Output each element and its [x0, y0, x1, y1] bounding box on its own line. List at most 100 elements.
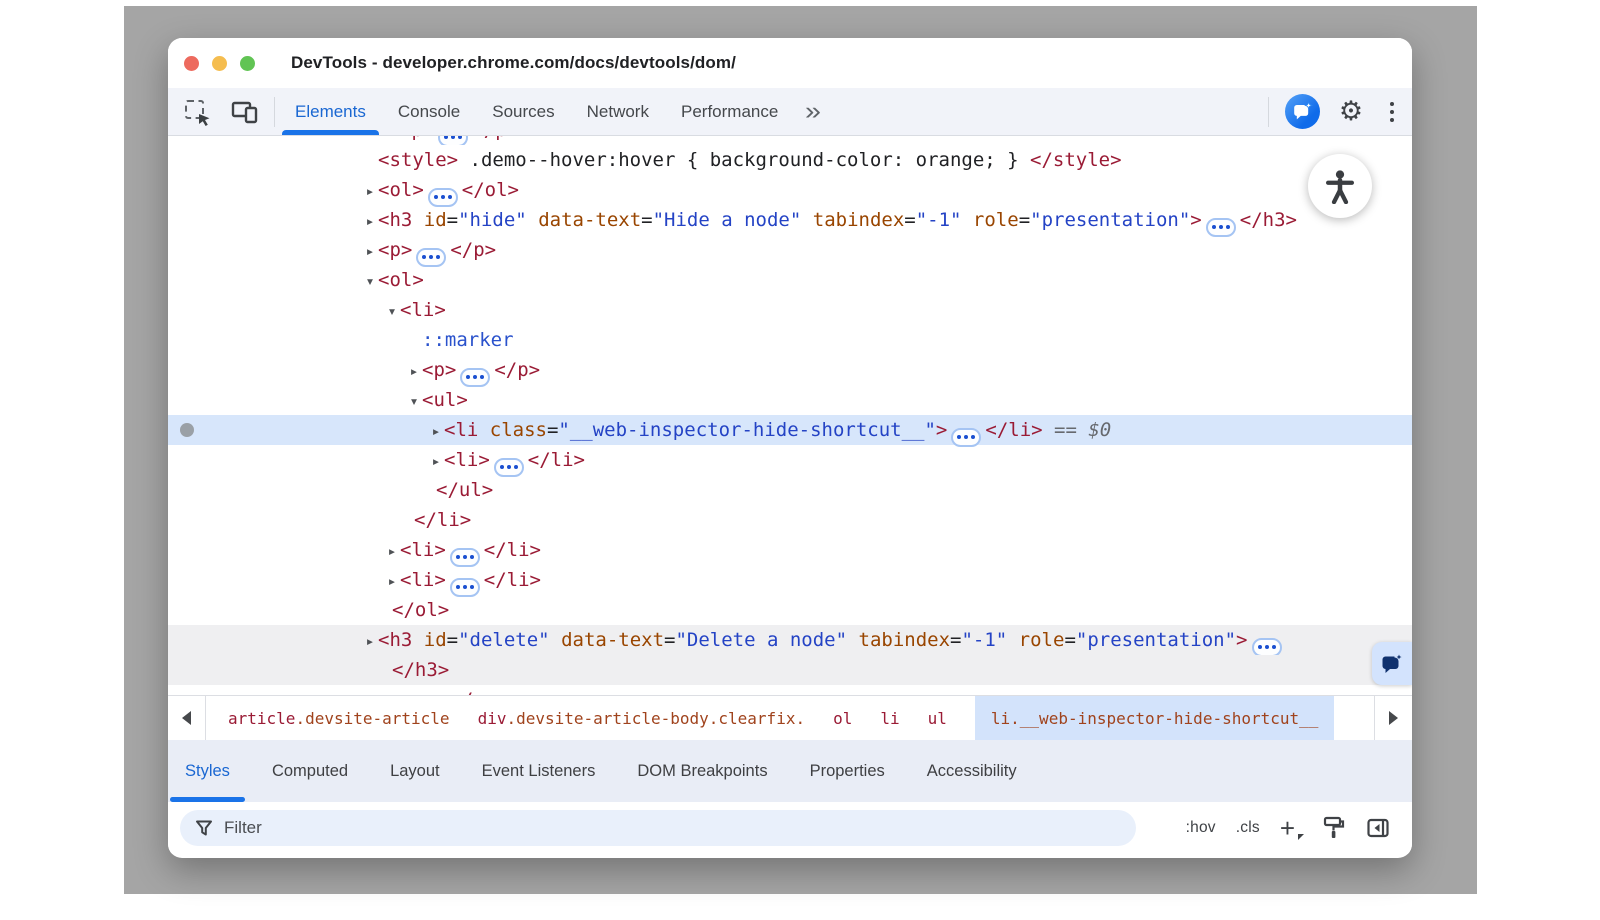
more-tabs-button[interactable]: »: [805, 97, 821, 126]
expand-arrow-icon[interactable]: ▸: [362, 236, 378, 266]
toggle-device-toolbar-button[interactable]: [230, 97, 260, 127]
dom-tree-row[interactable]: </h3>: [168, 655, 1412, 685]
paint-roller-icon[interactable]: [1322, 815, 1346, 841]
breadcrumb-item-li-selected[interactable]: li.__web-inspector-hide-shortcut__: [975, 696, 1335, 740]
dom-tree-row[interactable]: ▸<p></p>: [168, 355, 1412, 385]
code-token: <style>: [378, 149, 458, 171]
dom-tree-row[interactable]: ▸<li></li>: [168, 445, 1412, 475]
tab-performance[interactable]: Performance: [665, 88, 794, 135]
expand-arrow-icon[interactable]: ▸: [406, 356, 422, 386]
code-token: <p>: [378, 239, 412, 261]
expand-ellipsis-button[interactable]: [450, 578, 480, 597]
dom-tree-row[interactable]: ▸<p></p>: [168, 136, 1412, 145]
code-token: class: [478, 419, 547, 441]
dom-tree-row[interactable]: ▸<p></p>: [168, 235, 1412, 265]
dom-tree-row[interactable]: </li>: [168, 505, 1412, 535]
breadcrumb-scroll-right-button[interactable]: [1374, 696, 1412, 740]
more-options-button[interactable]: [1382, 98, 1402, 126]
expand-ellipsis-button[interactable]: [1252, 638, 1282, 657]
expand-arrow-icon[interactable]: ▸: [362, 686, 378, 695]
code-token: =: [1019, 209, 1030, 231]
expand-arrow-icon[interactable]: ▸: [362, 176, 378, 206]
code-token: =: [950, 629, 961, 651]
dom-tree-row[interactable]: </ol>: [168, 595, 1412, 625]
styles-sidebar-tab-bar: StylesComputedLayoutEvent ListenersDOM B…: [168, 740, 1412, 802]
code-token: </p>: [472, 136, 518, 141]
dom-tree-row[interactable]: ::marker: [168, 325, 1412, 355]
accessibility-widget-button[interactable]: [1308, 154, 1372, 218]
expand-arrow-icon[interactable]: ▸: [362, 206, 378, 236]
filter-input[interactable]: [224, 818, 1122, 838]
ai-assistant-icon: [1292, 101, 1313, 122]
expand-ellipsis-button[interactable]: [951, 428, 981, 447]
ai-assistant-button[interactable]: [1285, 94, 1320, 129]
toggle-panel-icon[interactable]: [1366, 816, 1390, 840]
ask-ai-badge-button[interactable]: [1372, 642, 1412, 685]
breadcrumb-item-ol[interactable]: ol: [833, 696, 852, 740]
minimize-button[interactable]: [212, 56, 227, 71]
breadcrumb-item-li[interactable]: li: [880, 696, 899, 740]
dom-tree-row[interactable]: ▸<ol></ol>: [168, 175, 1412, 205]
sidebar-tab-accessibility[interactable]: Accessibility: [912, 740, 1032, 802]
settings-button[interactable]: ⚙: [1336, 97, 1366, 127]
dom-tree-row[interactable]: </ul>: [168, 475, 1412, 505]
expand-ellipsis-button[interactable]: [1206, 218, 1236, 237]
expand-arrow-icon[interactable]: ▸: [384, 566, 400, 596]
pseudo-state-toggle[interactable]: :hov: [1186, 819, 1216, 837]
dom-tree-row[interactable]: ▾<li>: [168, 295, 1412, 325]
expand-ellipsis-button[interactable]: [494, 458, 524, 477]
code-token: <li>: [400, 539, 446, 561]
expand-ellipsis-button[interactable]: [438, 136, 468, 145]
dom-tree-row[interactable]: ▸<li></li>: [168, 535, 1412, 565]
tab-sources[interactable]: Sources: [476, 88, 570, 135]
sidebar-tab-event-listeners[interactable]: Event Listeners: [467, 740, 611, 802]
dom-tree-row[interactable]: ▸<h3 id="delete" data-text="Delete a nod…: [168, 625, 1412, 655]
sidebar-tab-styles[interactable]: Styles: [170, 740, 245, 802]
sidebar-tab-properties[interactable]: Properties: [795, 740, 900, 802]
breadcrumb-tag: li: [991, 709, 1010, 728]
dom-tree-row[interactable]: ▸<p></p>: [168, 685, 1412, 695]
expand-ellipsis-button[interactable]: [450, 548, 480, 567]
filter-pill[interactable]: [180, 810, 1136, 846]
collapse-arrow-icon[interactable]: ▾: [406, 386, 422, 416]
tab-console[interactable]: Console: [382, 88, 476, 135]
sidebar-tab-dom-breakpoints[interactable]: DOM Breakpoints: [622, 740, 782, 802]
expand-arrow-icon[interactable]: ▸: [362, 626, 378, 656]
sidebar-tab-layout[interactable]: Layout: [375, 740, 455, 802]
dom-tree-row[interactable]: ▸<li></li>: [168, 565, 1412, 595]
sidebar-tab-computed[interactable]: Computed: [257, 740, 363, 802]
close-button[interactable]: [184, 56, 199, 71]
expand-arrow-icon[interactable]: ▸: [428, 416, 444, 446]
dom-tree-row[interactable]: ▾<ul>: [168, 385, 1412, 415]
breadcrumb-item-article[interactable]: article.devsite-article: [228, 696, 450, 740]
breadcrumb-item-div[interactable]: div.devsite-article-body.clearfix.: [478, 696, 806, 740]
expand-ellipsis-button[interactable]: [428, 188, 458, 207]
dom-tree-row[interactable]: ▸<h3 id="hide" data-text="Hide a node" t…: [168, 205, 1412, 235]
code-token: </li>: [985, 419, 1042, 441]
tab-elements[interactable]: Elements: [279, 88, 382, 135]
maximize-button[interactable]: [240, 56, 255, 71]
collapse-arrow-icon[interactable]: ▾: [362, 266, 378, 296]
class-toggle[interactable]: .cls: [1236, 819, 1260, 837]
code-token: </h3>: [392, 659, 449, 681]
collapse-arrow-icon[interactable]: ▾: [384, 296, 400, 326]
titlebar: DevTools - developer.chrome.com/docs/dev…: [168, 38, 1412, 88]
code-token: <li: [444, 419, 478, 441]
dom-tree-row[interactable]: ▾<ol>: [168, 265, 1412, 295]
expand-arrow-icon[interactable]: ▸: [384, 536, 400, 566]
tab-network[interactable]: Network: [571, 88, 665, 135]
code-token: <h3: [378, 629, 412, 651]
code-token: "-1": [961, 629, 1007, 651]
dom-tree-row[interactable]: ▸<li class="__web-inspector-hide-shortcu…: [168, 415, 1412, 445]
breadcrumb-item-ul[interactable]: ul: [928, 696, 947, 740]
expand-ellipsis-button[interactable]: [416, 248, 446, 267]
toolbar-separator: [1268, 97, 1269, 127]
inspect-element-button[interactable]: [182, 97, 212, 127]
breadcrumb-scroll-left-button[interactable]: [168, 696, 206, 740]
expand-ellipsis-button[interactable]: [460, 368, 490, 387]
expand-arrow-icon[interactable]: ▸: [384, 136, 400, 145]
add-style-rule-button[interactable]: +: [1280, 818, 1302, 838]
code-token: </h3>: [1240, 209, 1297, 231]
expand-arrow-icon[interactable]: ▸: [428, 446, 444, 476]
dom-tree-row[interactable]: <style> .demo--hover:hover { background-…: [168, 145, 1412, 175]
